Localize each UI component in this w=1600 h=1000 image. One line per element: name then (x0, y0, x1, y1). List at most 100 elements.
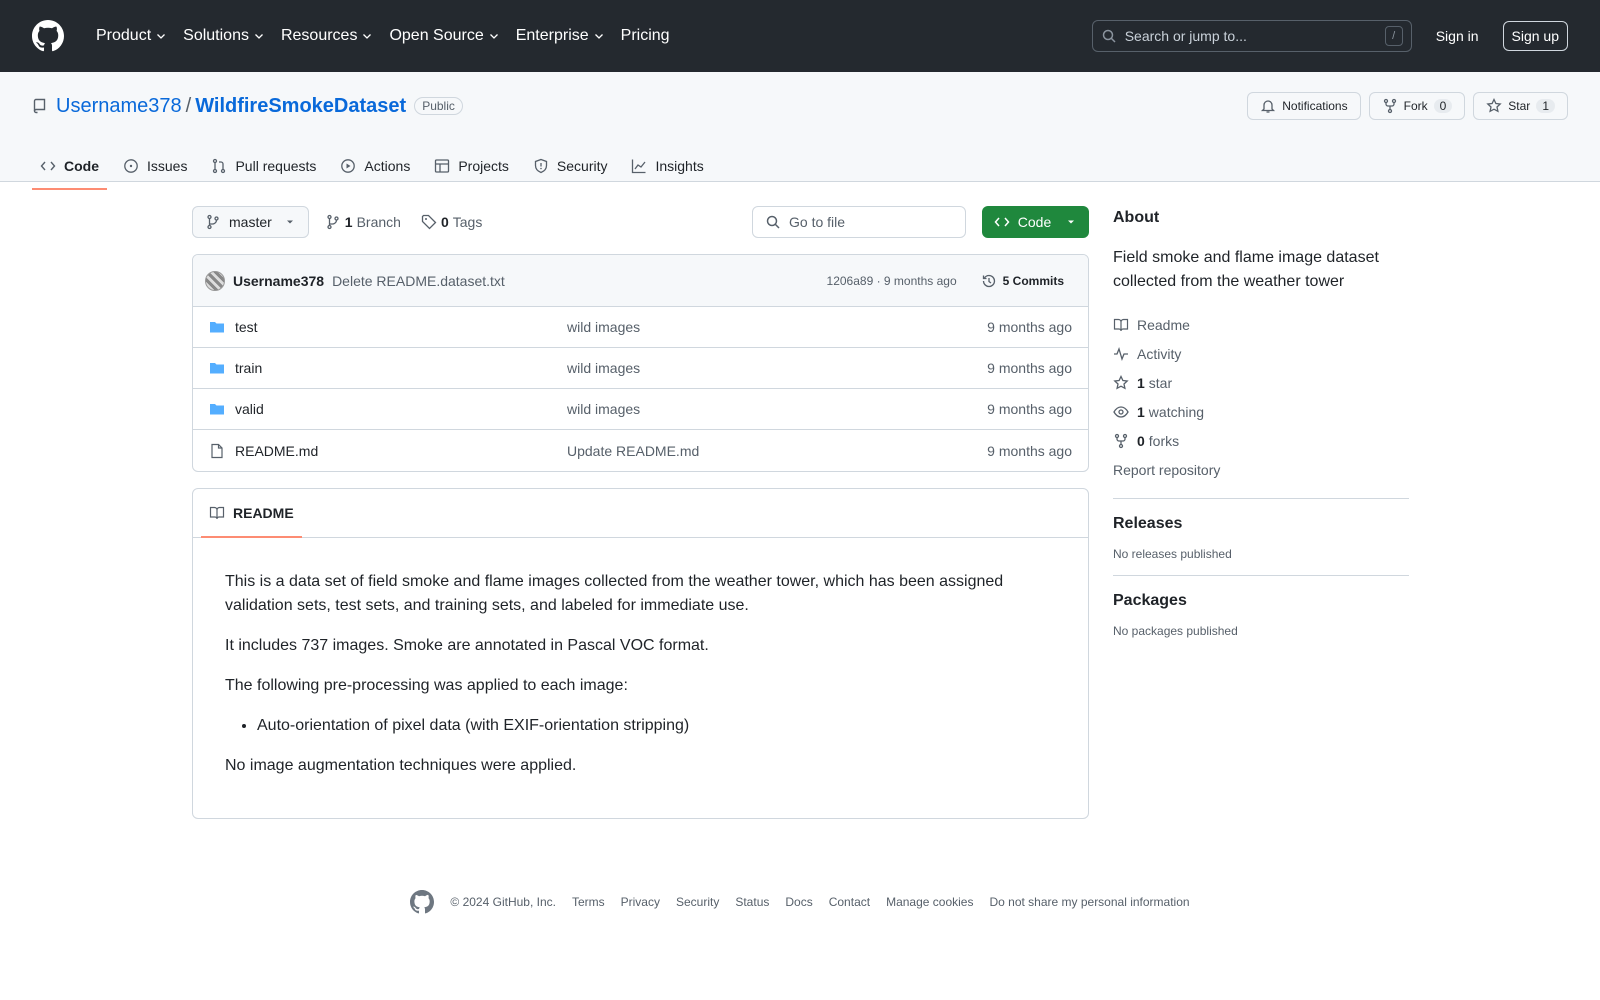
footer-link-security[interactable]: Security (676, 895, 719, 909)
commit-author-link[interactable]: Username378 (233, 273, 324, 289)
watching-link[interactable]: 1 watching (1113, 397, 1409, 426)
nav-solutions[interactable]: Solutions (175, 16, 273, 56)
readme-paragraph: It includes 737 images. Smoke are annota… (225, 637, 709, 654)
visibility-badge: Public (414, 97, 463, 115)
tab-label: Pull requests (235, 158, 317, 174)
repo-title-row: Username378 / WildfireSmokeDataset Publi… (32, 88, 1568, 124)
avatar[interactable] (205, 270, 225, 291)
go-to-file-input[interactable]: Go to file (752, 206, 966, 238)
notifications-button[interactable]: Notifications (1247, 92, 1361, 120)
file-commit-message[interactable]: Update README.md (567, 443, 987, 459)
sign-in-link[interactable]: Sign in (1428, 28, 1487, 44)
nav-product[interactable]: Product (88, 16, 175, 56)
file-row[interactable]: train wild images 9 months ago (193, 348, 1088, 389)
global-search-input[interactable]: Search or jump to... / (1091, 20, 1412, 52)
tab-code[interactable]: Code (32, 142, 107, 190)
forks-link[interactable]: 0 forks (1113, 426, 1409, 455)
play-icon (341, 159, 356, 173)
nav-label: Enterprise (515, 27, 589, 44)
footer-link-contact[interactable]: Contact (829, 895, 870, 909)
packages-heading[interactable]: Packages (1113, 592, 1409, 610)
stars-count: 1 (1137, 374, 1145, 391)
footer-link-terms[interactable]: Terms (572, 895, 605, 909)
folder-icon (210, 404, 224, 415)
file-commit-message[interactable]: wild images (567, 360, 987, 376)
file-row[interactable]: test wild images 9 months ago (193, 307, 1088, 348)
about-description: Field smoke and flame image dataset coll… (1113, 249, 1379, 290)
bell-icon (1261, 100, 1276, 113)
branch-selector[interactable]: master (192, 206, 309, 238)
caret-down-icon (1068, 220, 1075, 224)
releases-heading[interactable]: Releases (1113, 515, 1409, 533)
nav-enterprise[interactable]: Enterprise (508, 16, 613, 56)
commits-history-link[interactable]: 5 Commits (973, 273, 1072, 289)
global-header: Product Solutions Resources Open Source … (0, 0, 1600, 72)
tab-security[interactable]: Security (525, 142, 616, 190)
file-name-link[interactable]: README.md (235, 443, 567, 459)
tab-issues[interactable]: Issues (115, 142, 195, 190)
header-right: Search or jump to... / Sign in Sign up (1091, 20, 1568, 52)
github-mark-icon[interactable] (410, 890, 435, 914)
code-button-label: Code (1017, 214, 1052, 230)
file-navigation: master 1 Branch 0 Tags Go to file Code (192, 206, 1089, 238)
file-row[interactable]: README.md Update README.md 9 months ago (193, 430, 1088, 471)
file-column: master 1 Branch 0 Tags Go to file Code U… (192, 206, 1089, 819)
readme-tab[interactable]: README (201, 489, 302, 538)
commit-message-link[interactable]: Delete README.dataset.txt (332, 273, 505, 289)
nav-label: Solutions (183, 27, 249, 44)
site-footer: © 2024 GitHub, Inc. Terms Privacy Securi… (0, 890, 1600, 914)
pulse-icon (1114, 346, 1128, 361)
repo-icon (33, 98, 46, 114)
activity-link[interactable]: Activity (1113, 339, 1409, 368)
commit-sha-time[interactable]: 1206a89 · 9 months ago (827, 274, 957, 288)
repo-name-link[interactable]: WildfireSmokeDataset (195, 95, 406, 118)
code-dropdown-button[interactable]: Code (982, 206, 1089, 238)
readme-tab-label: README (233, 505, 294, 521)
tab-projects[interactable]: Projects (426, 142, 517, 190)
star-count: 1 (1536, 99, 1555, 113)
readme-link[interactable]: Readme (1113, 310, 1409, 339)
search-shortcut-badge: / (1384, 26, 1403, 46)
footer-link-status[interactable]: Status (735, 895, 769, 909)
star-button[interactable]: Star 1 (1473, 92, 1568, 120)
file-name-link[interactable]: train (235, 360, 567, 376)
file-list: Username378 Delete README.dataset.txt 12… (192, 254, 1089, 472)
search-icon (766, 215, 780, 229)
tab-pull-requests[interactable]: Pull requests (203, 142, 324, 190)
repo-owner-link[interactable]: Username378 (56, 95, 182, 118)
nav-pricing[interactable]: Pricing (613, 16, 678, 56)
tags-link[interactable]: 0 Tags (417, 214, 486, 230)
packages-note: No packages published (1113, 624, 1238, 638)
tab-actions[interactable]: Actions (332, 142, 418, 190)
shield-icon (534, 158, 548, 174)
nav-resources[interactable]: Resources (273, 16, 381, 56)
search-placeholder: Search or jump to... (1124, 28, 1247, 44)
caret-down-icon (286, 220, 293, 224)
nav-open-source[interactable]: Open Source (381, 16, 507, 56)
repo-path-separator: / (185, 94, 192, 117)
stars-link[interactable]: 1 star (1113, 368, 1409, 397)
branches-link[interactable]: 1 Branch (321, 214, 405, 230)
footer-link-docs[interactable]: Docs (785, 895, 812, 909)
search-icon (1102, 29, 1116, 43)
file-commit-message[interactable]: wild images (567, 401, 987, 417)
sign-up-button[interactable]: Sign up (1502, 21, 1568, 51)
file-commit-message[interactable]: wild images (567, 319, 987, 335)
watching-count: 1 (1137, 403, 1145, 420)
nav-label: Open Source (389, 27, 484, 44)
table-icon (435, 159, 450, 173)
footer-link-manage-cookies[interactable]: Manage cookies (886, 895, 973, 909)
file-name-link[interactable]: valid (235, 401, 567, 417)
file-name-link[interactable]: test (235, 319, 567, 335)
tag-label: Tags (452, 214, 483, 230)
book-icon (209, 506, 225, 520)
github-logo-icon[interactable] (32, 20, 64, 52)
file-row[interactable]: valid wild images 9 months ago (193, 389, 1088, 430)
footer-link-privacy[interactable]: Privacy (621, 895, 660, 909)
report-repository-link[interactable]: Report repository (1113, 455, 1409, 484)
tab-insights[interactable]: Insights (623, 142, 711, 190)
readme-paragraph: This is a data set of field smoke and fl… (225, 573, 1004, 614)
fork-button[interactable]: Fork 0 (1368, 92, 1466, 120)
footer-link-do-not-share[interactable]: Do not share my personal information (989, 895, 1189, 909)
branch-name: master (229, 214, 272, 230)
